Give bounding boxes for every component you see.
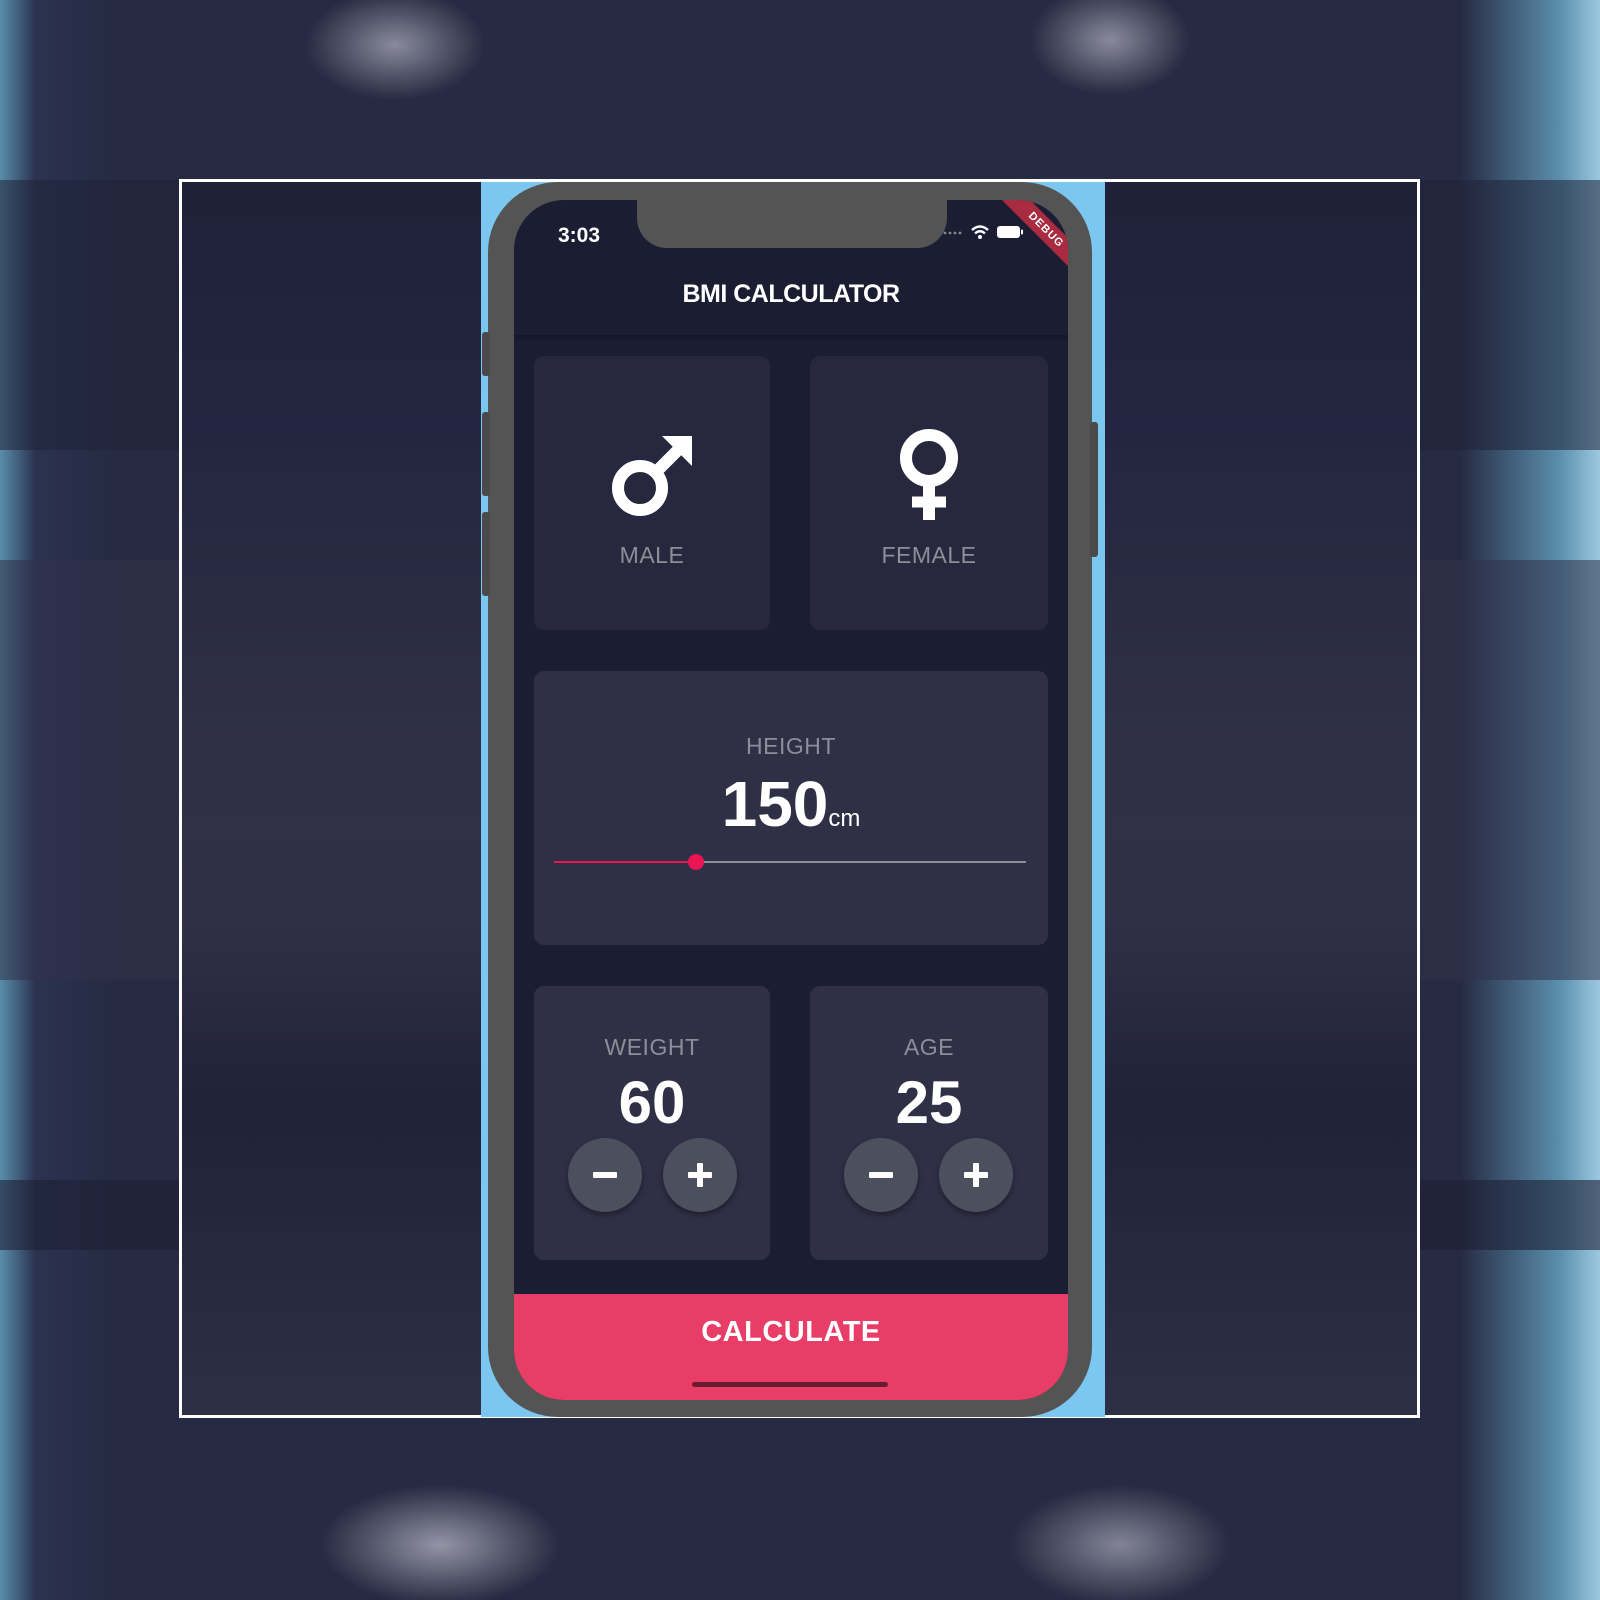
age-decrement-button[interactable] [844,1138,918,1212]
weight-increment-button[interactable] [663,1138,737,1212]
mars-icon-wrap [534,430,770,522]
app-bar-divider [514,335,1068,341]
height-slider-thumb[interactable] [687,854,704,870]
wifi-icon [971,225,989,239]
weight-value: 60 [618,1069,686,1136]
age-card: AGE 25 [810,986,1048,1260]
venus-icon [900,429,958,520]
weight-card: WEIGHT 60 [534,986,770,1260]
height-value-row: 150cm [534,767,1048,841]
volume-down-button [482,512,490,596]
volume-up-button [482,412,490,496]
weight-decrement-button[interactable] [568,1138,642,1212]
age-increment-button[interactable] [939,1138,1013,1212]
male-label: MALE [619,542,685,568]
calculate-button[interactable]: CALCULATE [514,1294,1068,1400]
height-unit: cm [828,805,861,832]
status-icons [942,224,1024,240]
calculate-label: CALCULATE [701,1316,881,1348]
status-time: 3:03 [558,224,601,247]
home-indicator [692,1382,888,1387]
mars-icon [612,436,692,516]
app-title: BMI CALCULATOR [682,280,900,308]
plus-icon [964,1163,988,1187]
height-slider-active-track [554,861,696,863]
female-label: FEMALE [881,542,977,568]
height-card: HEIGHT 150cm [534,671,1048,945]
app-screen: 3:03 DEBUG BMI CALCULATOR MALE FEMALE HE… [514,200,1068,1400]
minus-icon [593,1172,617,1178]
signal-icon [943,231,962,235]
weight-label: WEIGHT [604,1034,700,1060]
male-card[interactable]: MALE [534,356,770,630]
age-label: AGE [903,1034,955,1060]
minus-icon [869,1172,893,1178]
mute-switch [482,332,490,376]
age-value: 25 [895,1069,963,1136]
battery-icon [997,226,1023,238]
notch [637,200,947,248]
plus-icon [688,1163,712,1187]
power-button [1090,422,1098,557]
female-card[interactable]: FEMALE [810,356,1048,630]
height-label: HEIGHT [746,733,836,759]
height-value: 150 [721,768,829,840]
venus-icon-wrap [810,426,1048,526]
